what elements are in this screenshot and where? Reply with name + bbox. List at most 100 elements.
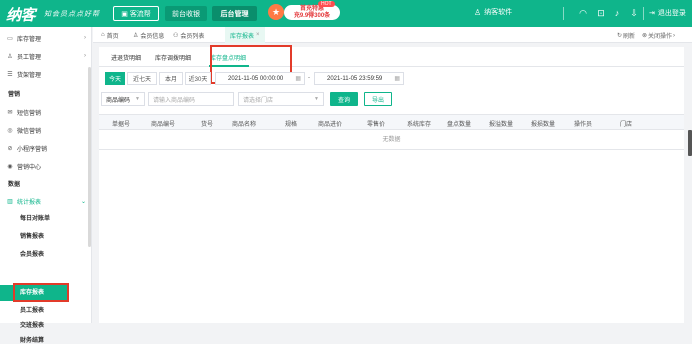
sidebar-sub-staff-report[interactable]: 员工报表 — [20, 305, 44, 314]
subtab-transfer[interactable]: 库存调拨明细 — [155, 53, 191, 62]
column-header: 规格 — [284, 122, 297, 128]
product-search-placeholder: 请输入商品编码 — [153, 97, 196, 104]
sidebar-item-shelf[interactable]: ☰ 货架管理 — [0, 67, 92, 81]
headset-icon[interactable]: ◠ — [576, 6, 590, 20]
lock-icon[interactable]: ⊡ — [594, 6, 608, 20]
main-content: 进退货明细 库存调拨明细 库存盘点明细 今天 近七天 本月 近30天 2021-… — [99, 45, 684, 323]
end-date-value: 2021-11-05 23:59:59 — [327, 75, 383, 82]
column-header: 货号 — [200, 122, 213, 128]
tab-label: 会员列表 — [180, 33, 205, 40]
sidebar-item-label: 库存管理 — [17, 36, 42, 43]
close-ops-label: 关闭操作 — [648, 34, 673, 40]
subtab-purchase-return[interactable]: 进退货明细 — [111, 53, 141, 62]
table-header: 单据号 商品编号 货号 商品名称 规格 商品进价 零售价 系统库存 盘点数量 报… — [99, 114, 684, 130]
column-header: 系统库存 — [406, 122, 431, 128]
users-icon: ⚇ — [173, 32, 179, 39]
user-icon: ♙ — [133, 32, 139, 39]
sidebar-sub-member-report[interactable]: 会员报表 — [20, 249, 44, 258]
store-select[interactable]: 请选择门店 ▼ — [238, 92, 324, 106]
tab-member-list[interactable]: ⚇ 会员列表 — [173, 27, 204, 43]
company-name: 纳客软件 — [484, 9, 513, 16]
sidebar-item-label: 货架管理 — [17, 72, 42, 79]
cash-register-button[interactable]: ▣ 客流帮 — [113, 6, 159, 21]
cash-register-label: 客流帮 — [129, 10, 151, 18]
sidebar-item-statistics[interactable]: ▥ 统计报表 ⌄ — [0, 194, 92, 208]
promo-line1: 首充特惠 — [299, 6, 324, 12]
divider — [563, 7, 564, 20]
sidebar-group-marketing: 营销 — [8, 92, 21, 98]
tab-label: 首页 — [106, 33, 119, 40]
close-icon[interactable]: × — [256, 32, 260, 38]
tab-home[interactable]: ⌂ 首页 — [101, 27, 119, 43]
message-icon: ✉ — [7, 109, 13, 116]
calendar-icon: ▦ — [394, 76, 400, 82]
sidebar-item-marketing-center[interactable]: ◉ 营销中心 — [0, 159, 92, 173]
side-panel-handle[interactable] — [688, 130, 692, 156]
download-icon[interactable]: ⇩ — [627, 6, 641, 20]
chevron-down-icon: ⌄ — [80, 198, 86, 205]
sidebar-item-label: 微信营销 — [17, 128, 42, 135]
query-button[interactable]: 查询 — [330, 92, 358, 106]
user-icon: ♙ — [474, 7, 482, 17]
sidebar-item-inventory[interactable]: ▭ 库存管理 › — [0, 31, 92, 45]
sidebar-item-miniprogram[interactable]: ⊘ 小程序营销 — [0, 141, 92, 155]
chart-icon: ▥ — [7, 198, 13, 205]
bell-icon[interactable]: ♪ — [610, 6, 624, 20]
export-button[interactable]: 导出 — [364, 92, 392, 106]
highlight-box — [13, 283, 69, 302]
sidebar-item-sms[interactable]: ✉ 短信营销 — [0, 105, 92, 119]
user-icon: ♙ — [7, 53, 13, 60]
user-menu[interactable]: ♙ 纳客软件 — [474, 7, 512, 17]
sidebar-sub-finance[interactable]: 财务结算 — [20, 335, 44, 344]
column-header: 门店 — [619, 122, 632, 128]
box-icon: ▭ — [7, 35, 13, 42]
sidebar-sub-sales-report[interactable]: 销售报表 — [20, 231, 44, 240]
date-separator: - — [308, 75, 310, 81]
sidebar-item-label: 统计报表 — [17, 199, 42, 206]
chevron-right-icon: › — [84, 53, 86, 59]
nav-front-cashier[interactable]: 前台收银 — [165, 6, 207, 21]
product-type-value: 商品编码 — [106, 97, 131, 104]
close-ops-button[interactable]: ⊗ 关闭操作 › — [642, 31, 676, 41]
chevron-right-icon: › — [673, 32, 676, 39]
sidebar-sub-daily-statement[interactable]: 每日对账单 — [20, 213, 50, 222]
logout-button[interactable]: ⇥ 退出登录 — [649, 8, 686, 18]
sidebar-scrollbar[interactable] — [88, 67, 91, 247]
date-month-button[interactable]: 本月 — [159, 72, 183, 85]
filter-row: 商品编码 ▼ 请输入商品编码 请选择门店 ▼ 查询 导出 — [99, 92, 684, 106]
date-30days-button[interactable]: 近30天 — [185, 72, 211, 85]
promo-banner[interactable]: 首充特惠 充9.9得300条 — [284, 5, 340, 20]
refresh-label: 刷新 — [623, 34, 636, 40]
tab-label: 库存报表 — [230, 33, 255, 40]
product-search-input[interactable]: 请输入商品编码 — [148, 92, 234, 106]
tab-inventory-report[interactable]: 库存报表 × — [225, 27, 265, 43]
sidebar-item-wechat[interactable]: ◎ 微信营销 — [0, 123, 92, 137]
refresh-button[interactable]: ↻ 刷新 — [617, 31, 635, 40]
tab-bar: ⌂ 首页 ♙ 会员信息 ⚇ 会员列表 库存报表 × ↻ 刷新 ⊗ 关闭操作 › — [93, 27, 692, 43]
sidebar-item-staff[interactable]: ♙ 员工管理 › — [0, 49, 92, 63]
wechat-icon: ◎ — [7, 127, 13, 134]
sidebar-item-label: 员工管理 — [17, 54, 42, 61]
register-icon: ▣ — [121, 10, 128, 18]
column-header: 商品名称 — [231, 122, 256, 128]
refresh-icon: ↻ — [617, 33, 623, 39]
tab-member-info[interactable]: ♙ 会员信息 — [133, 27, 164, 43]
product-type-select[interactable]: 商品编码 ▼ — [101, 92, 145, 106]
gift-icon[interactable]: ★ — [268, 4, 284, 20]
sidebar-sub-shift-report[interactable]: 交班报表 — [20, 320, 44, 329]
sidebar-item-label: 短信营销 — [17, 110, 42, 117]
end-date-input[interactable]: 2021-11-05 23:59:59 ▦ — [314, 72, 404, 85]
close-circle-icon: ⊗ — [642, 33, 648, 39]
date-today-button[interactable]: 今天 — [105, 72, 125, 85]
date-7days-button[interactable]: 近七天 — [127, 72, 157, 85]
sidebar-item-label: 营销中心 — [17, 164, 42, 171]
report-subtabs: 进退货明细 库存调拨明细 库存盘点明细 — [99, 45, 684, 84]
start-date-input[interactable]: 2021-11-05 00:00:00 ▦ — [215, 72, 305, 85]
nav-back-management[interactable]: 后台管理 — [212, 6, 257, 21]
column-header: 商品进价 — [317, 122, 342, 128]
empty-state: 无数据 — [99, 130, 684, 150]
column-header: 操作员 — [573, 122, 592, 128]
column-header: 零售价 — [366, 122, 385, 128]
date-range-row: 今天 近七天 本月 近30天 2021-11-05 00:00:00 ▦ - 2… — [99, 72, 684, 86]
tab-label: 会员信息 — [140, 33, 165, 40]
